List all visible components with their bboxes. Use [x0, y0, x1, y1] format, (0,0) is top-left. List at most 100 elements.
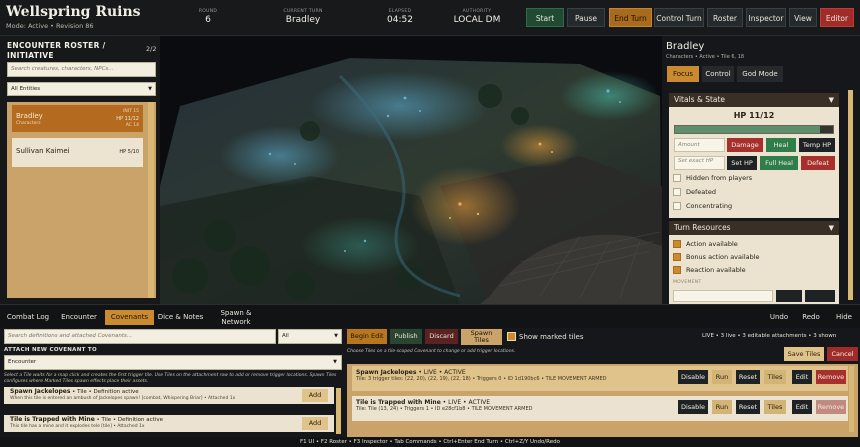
- movement-input[interactable]: [673, 290, 773, 302]
- view-button[interactable]: View: [789, 8, 817, 27]
- chevron-down-icon: ▼: [828, 224, 834, 232]
- elapsed-value: 04:52: [387, 15, 413, 25]
- run-button[interactable]: Run: [712, 400, 732, 414]
- inspector-button[interactable]: Inspector: [746, 8, 786, 27]
- attachments-scrollbar[interactable]: [849, 366, 854, 432]
- resource-bonus-action[interactable]: Bonus action available: [673, 253, 760, 261]
- checkbox[interactable]: [673, 240, 681, 248]
- edit-button[interactable]: Edit: [792, 400, 812, 414]
- flag-defeated[interactable]: Defeated: [673, 188, 716, 196]
- set-exact-hp-input[interactable]: Set exact HP: [674, 156, 725, 170]
- checkbox[interactable]: [673, 188, 681, 196]
- roster-search-input[interactable]: Search creatures, characters, NPCs...: [7, 62, 156, 77]
- discard-button[interactable]: Discard: [425, 329, 458, 344]
- definitions-scrollbar[interactable]: [336, 388, 341, 434]
- authority-stat: AUTHORITY LOCAL DM: [448, 9, 506, 25]
- spawn-tiles-button[interactable]: Spawn Tiles: [461, 329, 502, 345]
- turn-resources-header[interactable]: Turn Resources ▼: [669, 221, 839, 235]
- show-marked-tiles-label: Show marked tiles: [519, 333, 584, 341]
- cancel-button[interactable]: Cancel: [827, 347, 858, 361]
- tab-encounter[interactable]: Encounter: [57, 310, 101, 325]
- heal-button[interactable]: Heal: [766, 138, 796, 152]
- bottom-tab-bar: Combat Log Encounter Covenants Dice & No…: [0, 304, 860, 328]
- tab-combat-log[interactable]: Combat Log: [3, 310, 53, 325]
- attachment-meta: • LIVE • ACTIVE: [440, 399, 490, 406]
- definition-title: Spawn Jackelopes • Tile • Definition act…: [10, 388, 139, 395]
- tiles-button[interactable]: Tiles: [764, 370, 786, 384]
- save-tiles-button[interactable]: Save Tiles: [784, 347, 824, 361]
- checkbox[interactable]: [673, 202, 681, 210]
- definition-row[interactable]: Tile is Trapped with Mine • Tile • Defin…: [4, 415, 334, 432]
- resource-label: Reaction available: [686, 266, 746, 274]
- hp-amount-input[interactable]: Amount: [674, 138, 725, 152]
- tab-control[interactable]: Control: [702, 66, 734, 82]
- disable-button[interactable]: Disable: [678, 400, 708, 414]
- combatant-initiative: INIT 15: [123, 109, 139, 114]
- vitals-section-header[interactable]: Vitals & State ▼: [669, 93, 839, 107]
- attach-target-select[interactable]: Encounter ▼: [4, 355, 342, 370]
- covenant-filter-select[interactable]: All ▼: [278, 329, 342, 344]
- checkbox[interactable]: [673, 266, 681, 274]
- definition-description: When this tile is entered an ambush of J…: [10, 396, 236, 401]
- publish-button[interactable]: Publish: [390, 329, 422, 344]
- add-definition-button[interactable]: Add: [302, 417, 328, 430]
- button-label-line: Tiles: [474, 335, 489, 344]
- definition-meta: • Tile • Definition active: [94, 417, 163, 423]
- attachment-name: Spawn Jackelopes: [356, 369, 417, 376]
- definition-meta: • Tile • Definition active: [70, 389, 139, 395]
- resource-action[interactable]: Action available: [673, 240, 738, 248]
- roster-button[interactable]: Roster: [707, 8, 743, 27]
- tab-spawn-network[interactable]: Spawn & Network: [214, 308, 258, 326]
- combatant-row[interactable]: Sullivan Kaimei HP 5/10: [12, 138, 143, 167]
- flag-concentrating[interactable]: Concentrating: [673, 202, 732, 210]
- roster-scrollbar[interactable]: [148, 102, 154, 298]
- inspector-scrollbar[interactable]: [848, 90, 853, 300]
- control-turn-button[interactable]: Control Turn: [654, 8, 704, 27]
- movement-button[interactable]: [805, 290, 835, 302]
- tab-god-mode[interactable]: God Mode: [737, 66, 783, 82]
- temp-hp-button[interactable]: Temp HP: [799, 138, 835, 152]
- tab-label-line: Network: [221, 318, 251, 326]
- covenant-hint: Select a Tile waits for a map click and …: [4, 373, 337, 384]
- editor-button[interactable]: Editor: [820, 8, 854, 27]
- edit-button[interactable]: Edit: [792, 370, 812, 384]
- reset-button[interactable]: Reset: [736, 370, 760, 384]
- flag-hidden[interactable]: Hidden from players: [673, 174, 752, 182]
- tab-covenants[interactable]: Covenants: [105, 310, 154, 325]
- reset-button[interactable]: Reset: [736, 400, 760, 414]
- set-hp-button[interactable]: Set HP: [727, 156, 757, 170]
- undo-button[interactable]: Undo: [766, 310, 792, 325]
- checkbox[interactable]: [673, 174, 681, 182]
- redo-button[interactable]: Redo: [798, 310, 824, 325]
- combatant-row[interactable]: Bradley Characters INIT 15 HP 11/12 AC 1…: [12, 105, 143, 132]
- tab-dice-notes[interactable]: Dice & Notes: [156, 310, 205, 325]
- resource-reaction[interactable]: Reaction available: [673, 266, 746, 274]
- vitals-section: HP 11/12 Amount Damage Heal Temp HP Set …: [669, 107, 839, 218]
- damage-button[interactable]: Damage: [727, 138, 763, 152]
- definition-row[interactable]: Spawn Jackelopes • Tile • Definition act…: [4, 387, 334, 404]
- checkbox[interactable]: [673, 253, 681, 261]
- authority-label: AUTHORITY: [462, 9, 492, 14]
- roster-filter-select[interactable]: All Entities ▼: [7, 82, 156, 96]
- run-button[interactable]: Run: [712, 370, 732, 384]
- remove-button[interactable]: Remove: [816, 370, 846, 384]
- tiles-button[interactable]: Tiles: [764, 400, 786, 414]
- disable-button[interactable]: Disable: [678, 370, 708, 384]
- show-marked-tiles-checkbox[interactable]: [507, 332, 516, 341]
- end-turn-button[interactable]: End Turn: [609, 8, 652, 27]
- hide-button[interactable]: Hide: [831, 310, 857, 325]
- attachment-row[interactable]: Tile is Trapped with Mine • LIVE • ACTIV…: [352, 396, 848, 421]
- start-button[interactable]: Start: [526, 8, 564, 27]
- map-viewport[interactable]: [160, 36, 662, 304]
- app-title: Wellspring Ruins: [6, 4, 141, 20]
- attachment-row[interactable]: Spawn Jackelopes • LIVE • ACTIVE Tile: 3…: [352, 366, 848, 391]
- tab-focus[interactable]: Focus: [667, 66, 699, 82]
- movement-button[interactable]: [776, 290, 802, 302]
- defeat-button[interactable]: Defeat: [801, 156, 835, 170]
- add-definition-button[interactable]: Add: [302, 389, 328, 402]
- begin-edit-button[interactable]: Begin Edit: [347, 329, 387, 344]
- remove-button[interactable]: Remove: [816, 400, 846, 414]
- covenant-search-input[interactable]: Search definitions and attached Covenant…: [4, 329, 276, 344]
- full-heal-button[interactable]: Full Heal: [760, 156, 798, 170]
- pause-button[interactable]: Pause: [567, 8, 605, 27]
